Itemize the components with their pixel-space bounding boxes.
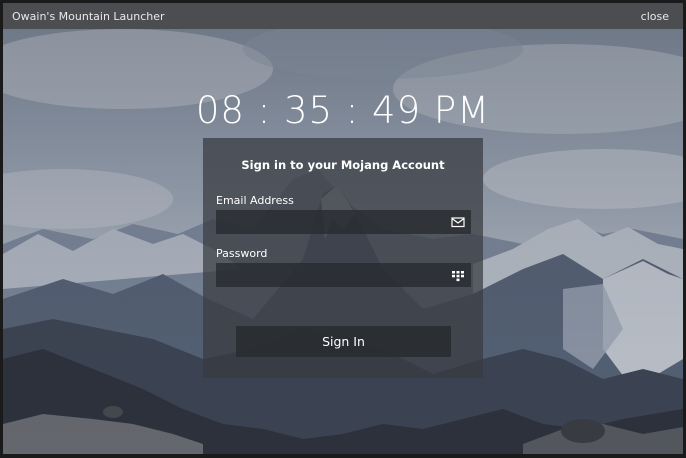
launcher-window: Owain's Mountain Launcher close 08: 35 … (3, 3, 683, 454)
keypad-icon (452, 271, 464, 282)
clock-display: 08 : 35 : 49 PM (195, 89, 491, 132)
password-field-box (216, 263, 471, 287)
email-field[interactable] (216, 210, 441, 234)
close-button[interactable]: close (641, 10, 669, 23)
envelope-icon (451, 217, 465, 228)
email-field-box (216, 210, 471, 234)
password-field[interactable] (216, 263, 441, 287)
login-heading: Sign in to your Mojang Account (241, 158, 445, 172)
login-panel: Sign in to your Mojang Account Email Add… (203, 138, 483, 378)
sign-in-button[interactable]: Sign In (236, 326, 451, 357)
window-title: Owain's Mountain Launcher (12, 9, 165, 23)
titlebar: Owain's Mountain Launcher close (3, 3, 683, 29)
email-label: Email Address (216, 194, 294, 207)
password-label: Password (216, 247, 268, 260)
